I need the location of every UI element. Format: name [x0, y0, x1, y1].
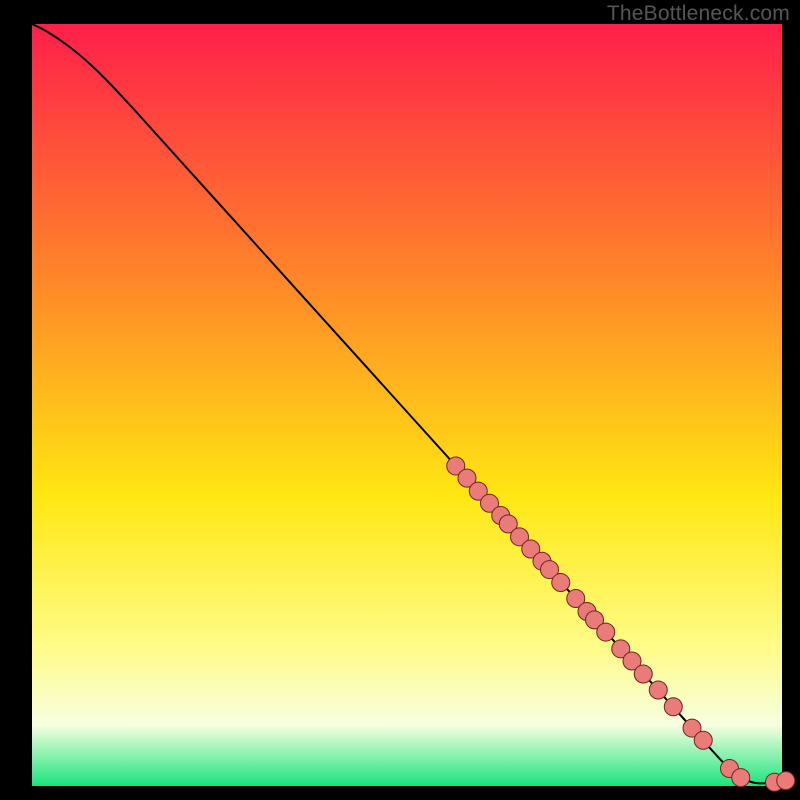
data-marker [694, 731, 712, 749]
chart-frame: TheBottleneck.com [0, 0, 800, 800]
bottleneck-chart [0, 0, 800, 800]
data-marker [634, 665, 652, 683]
data-marker [777, 772, 795, 790]
data-marker [597, 623, 615, 641]
data-marker [664, 698, 682, 716]
watermark-text: TheBottleneck.com [607, 2, 790, 26]
data-marker [649, 681, 667, 699]
data-marker [552, 574, 570, 592]
data-marker [732, 769, 750, 787]
plot-background [32, 24, 782, 786]
